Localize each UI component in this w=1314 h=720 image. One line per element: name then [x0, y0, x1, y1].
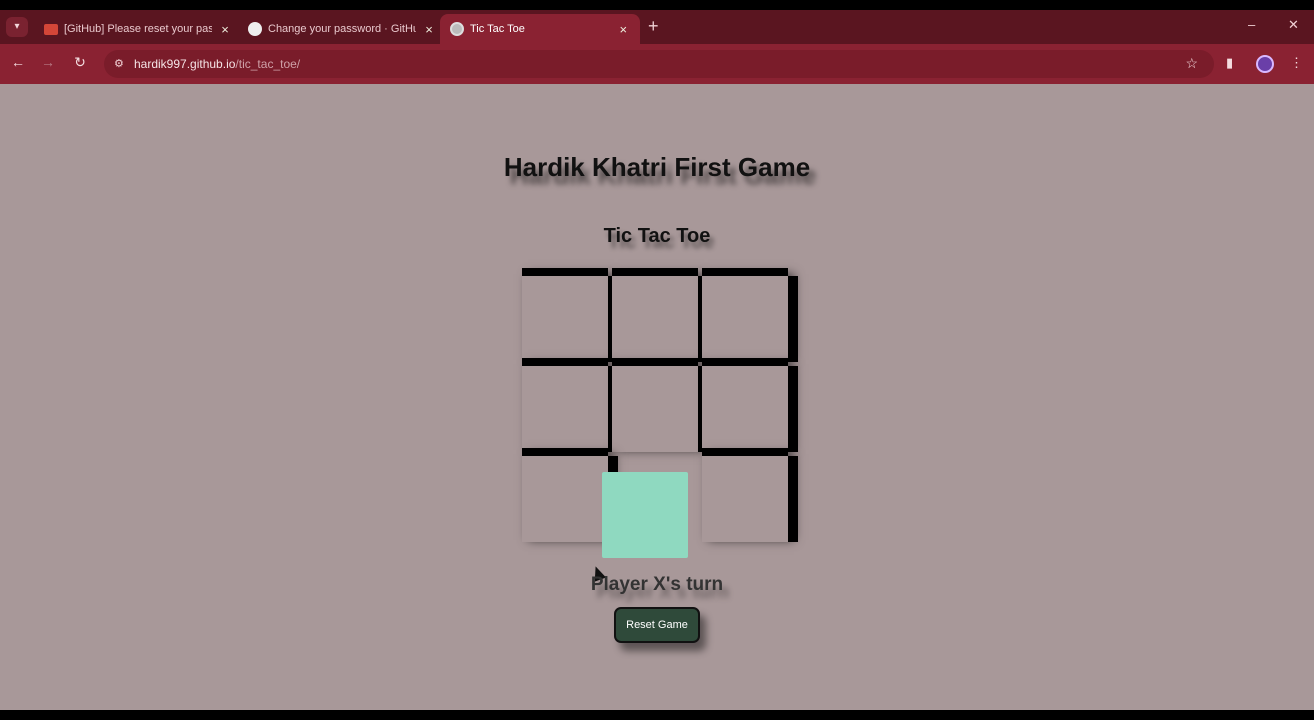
- url-text[interactable]: hardik997.github.io/tic_tac_toe/: [134, 57, 300, 71]
- board-cell[interactable]: [702, 366, 788, 452]
- address-bar[interactable]: ⚙ hardik997.github.io/tic_tac_toe/ ☆: [104, 50, 1214, 78]
- new-tab-button[interactable]: +: [648, 16, 659, 37]
- tab-gmail[interactable]: [GitHub] Please reset your pas ×: [34, 14, 242, 44]
- back-icon[interactable]: ←: [8, 54, 28, 70]
- turn-status: Player X's turn: [590, 574, 724, 595]
- tab-strip: ▾ [GitHub] Please reset your pas × Chang…: [0, 10, 1314, 44]
- close-icon[interactable]: ×: [218, 22, 232, 37]
- board-cell-hovered[interactable]: [602, 472, 688, 558]
- globe-icon: [450, 22, 464, 36]
- browser-toolbar: ← → ↻ ⚙ hardik997.github.io/tic_tac_toe/…: [0, 44, 1314, 84]
- tab-title: Change your password · GitHub: [268, 23, 416, 35]
- board-cell[interactable]: [522, 456, 608, 542]
- reset-game-button[interactable]: Reset Game: [614, 607, 700, 643]
- page-content: Hardik Khatri First Game Tic Tac Toe Pla…: [0, 84, 1314, 710]
- bookmark-star-icon[interactable]: ☆: [1185, 55, 1198, 72]
- avatar[interactable]: [1256, 55, 1274, 73]
- board-cell[interactable]: [702, 276, 788, 362]
- tab-title: [GitHub] Please reset your pas: [64, 23, 212, 35]
- board-cell[interactable]: [522, 366, 608, 452]
- gmail-icon: [44, 23, 58, 35]
- game-subtitle: Tic Tac Toe: [603, 225, 711, 247]
- board-cell[interactable]: [702, 456, 788, 542]
- side-panel-icon[interactable]: ▮: [1226, 55, 1233, 71]
- close-window-icon[interactable]: ✕: [1288, 17, 1299, 33]
- tab-github[interactable]: Change your password · GitHub ×: [238, 14, 446, 44]
- board-cell[interactable]: [522, 276, 608, 362]
- page-title: Hardik Khatri First Game: [503, 152, 811, 182]
- tab-title: Tic Tac Toe: [470, 23, 525, 35]
- tab-search-button[interactable]: ▾: [6, 17, 28, 37]
- close-icon[interactable]: ×: [422, 22, 436, 37]
- board-cell[interactable]: [612, 276, 698, 362]
- tab-tic-tac-toe[interactable]: Tic Tac Toe ×: [440, 14, 640, 44]
- menu-icon[interactable]: ⋮: [1290, 55, 1303, 71]
- minimize-icon[interactable]: –: [1248, 17, 1255, 32]
- forward-icon[interactable]: →: [38, 54, 58, 70]
- site-info-icon[interactable]: ⚙: [114, 57, 124, 70]
- game-board: [522, 276, 792, 558]
- github-icon: [248, 22, 262, 36]
- board-cell[interactable]: [612, 366, 698, 452]
- close-icon[interactable]: ×: [617, 22, 630, 37]
- reload-icon[interactable]: ↻: [70, 54, 90, 71]
